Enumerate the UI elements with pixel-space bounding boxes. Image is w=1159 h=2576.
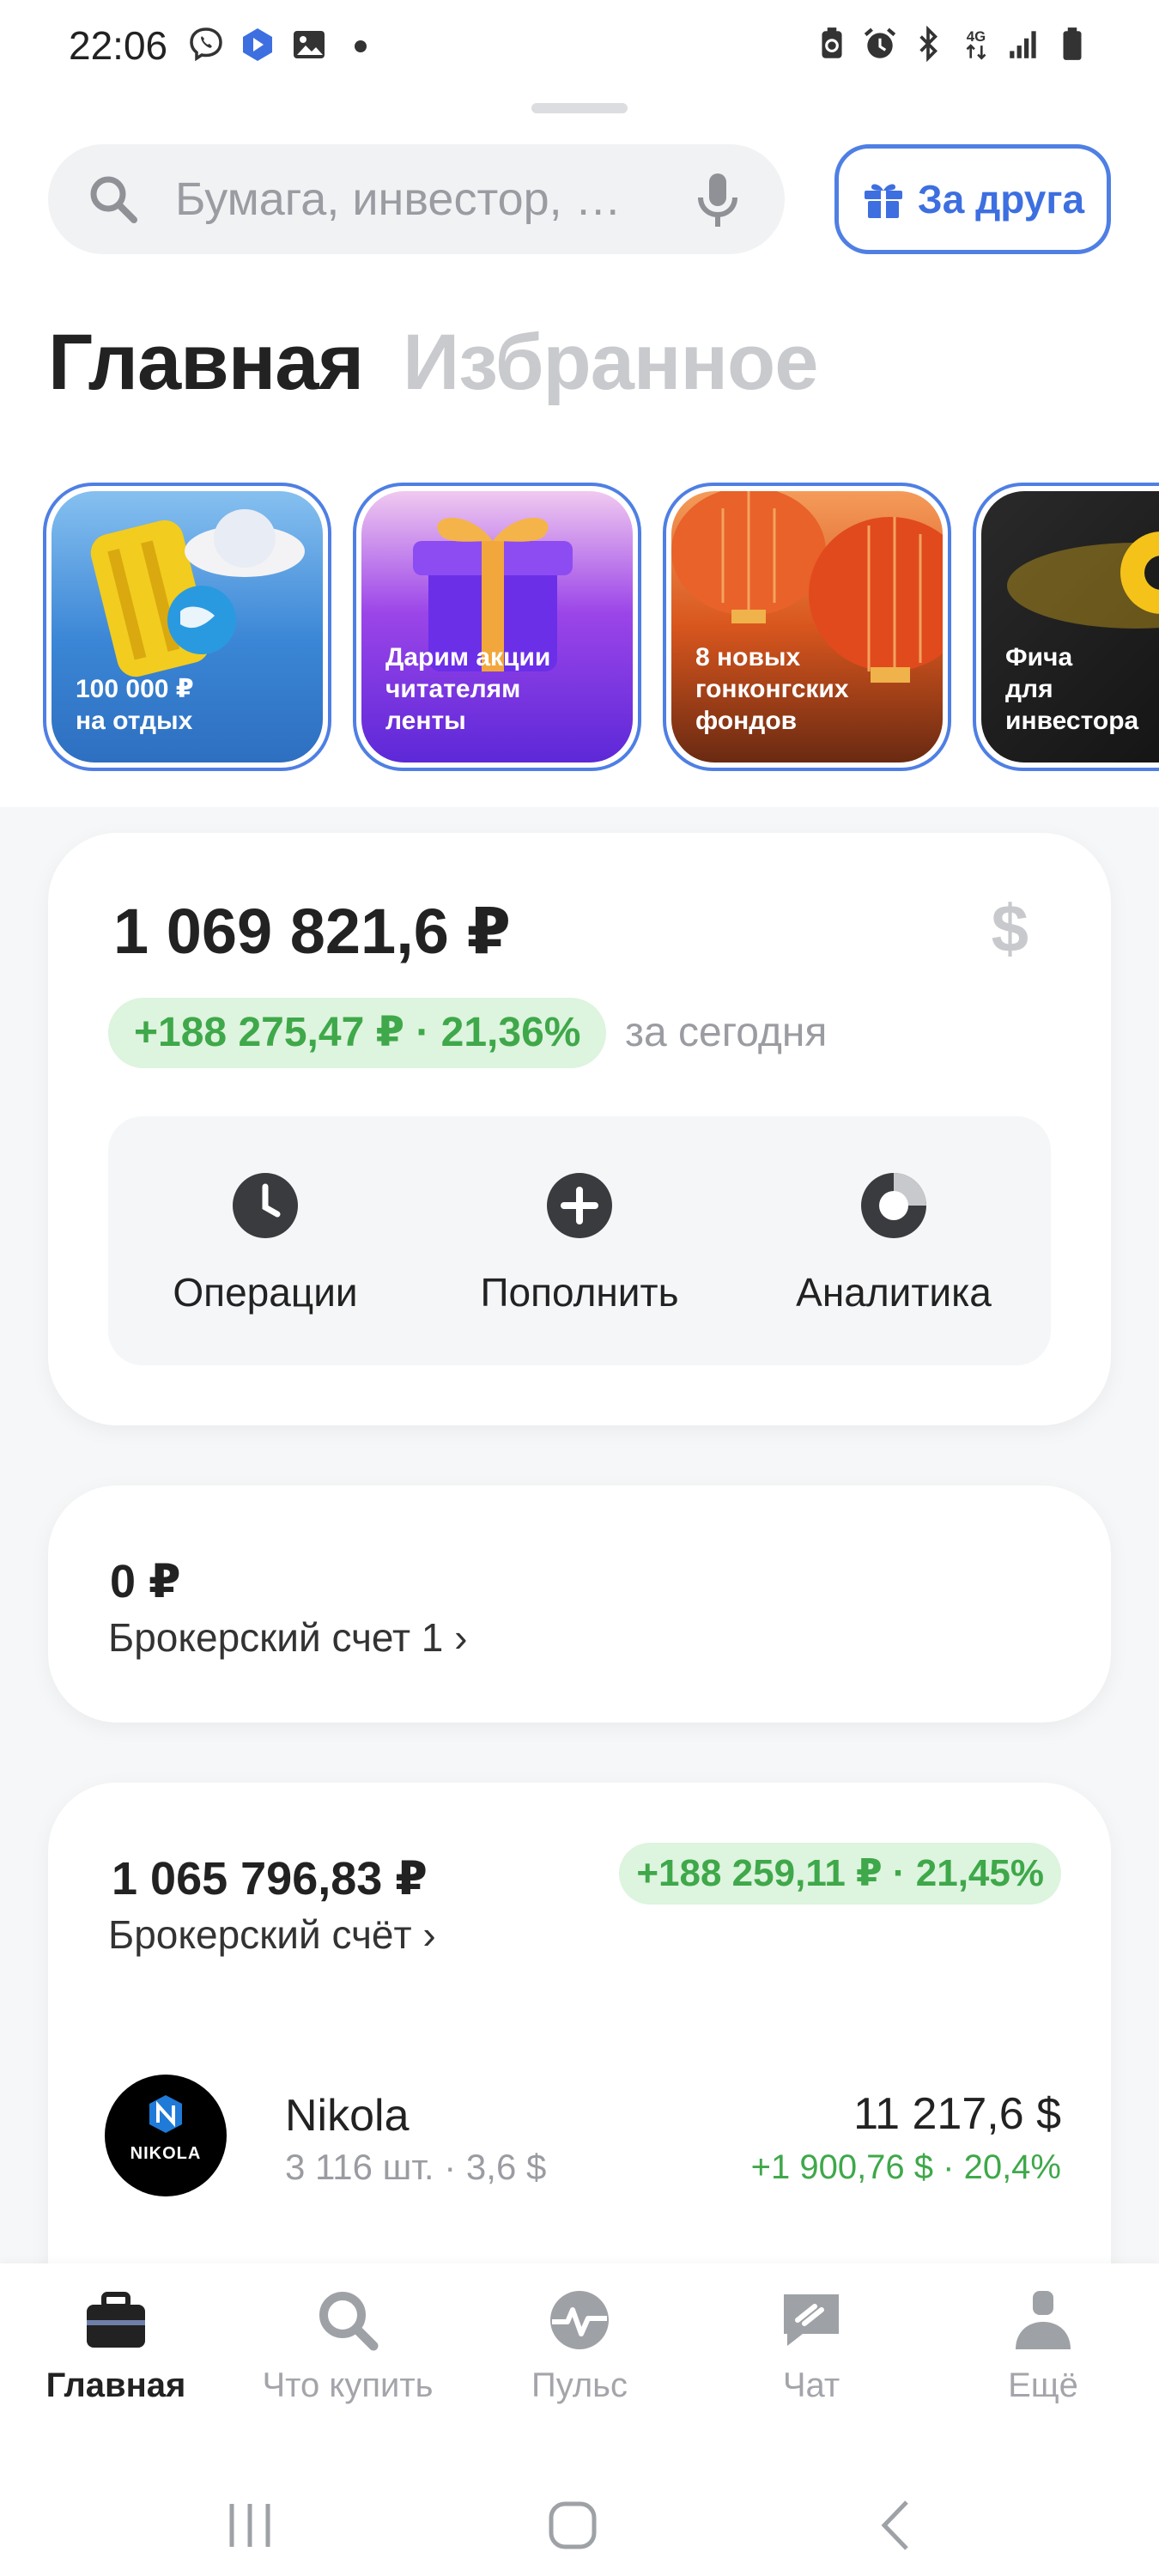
account-name-link[interactable]: Брокерский счет 1 › [108, 1614, 468, 1661]
top-up-button[interactable]: Пополнить [422, 1116, 737, 1365]
story-text: 100 000 ₽ на отдых [76, 675, 194, 735]
story-text: Фича для инвестора [1005, 643, 1139, 735]
story-text: Дарим акции читателям ленты [385, 643, 551, 735]
tab-favorites[interactable]: Избранное [403, 318, 818, 408]
nav-home[interactable]: Главная [0, 2286, 232, 2405]
nav-label: Главная [46, 2366, 186, 2404]
tab-home[interactable]: Главная [48, 318, 364, 408]
plus-icon [547, 1173, 612, 1238]
story-text: 8 новых гонконгских фондов [695, 643, 849, 735]
alarm-icon [864, 27, 896, 58]
viber-icon [190, 27, 222, 62]
chat-icon [784, 2294, 839, 2346]
story-hk-funds[interactable]: 8 новых гонконгских фондов [663, 483, 951, 771]
status-time: 22:06 [69, 23, 168, 68]
bottom-navigation: Главная Что купить Пульс Чат Ещё [0, 2263, 1159, 2576]
status-icons-right: 4G [814, 26, 1090, 62]
story-gift-shares[interactable]: Дарим акции читателям ленты [353, 483, 641, 771]
back-icon[interactable] [869, 2495, 929, 2555]
briefcase-icon [87, 2292, 145, 2348]
battery-icon [1063, 27, 1082, 60]
asset-value: 11 217,6 $ [853, 2089, 1061, 2139]
svg-text:NIKOLA: NIKOLA [130, 2144, 202, 2163]
invite-friend-button[interactable]: За друга [834, 144, 1111, 254]
asset-change: +1 900,76 $ · 20,4% [750, 2148, 1061, 2186]
search-icon [90, 176, 137, 223]
account-value: 1 065 796,83 ₽ [112, 1853, 428, 1905]
profile-icon [1016, 2291, 1071, 2349]
asset-quantity-price: 3 116 шт. · 3,6 $ [285, 2147, 547, 2187]
asset-row[interactable]: NIKOLA Nikola 3 116 шт. · 3,6 $ 11 217,6… [48, 2075, 1111, 2212]
gallery-icon [294, 31, 325, 58]
microphone-icon[interactable] [692, 170, 743, 230]
main-tabs: Главная Избранное [48, 318, 818, 408]
nav-label: Пульс [531, 2366, 628, 2404]
nav-label: Что купить [262, 2366, 434, 2404]
system-navigation-bar [0, 2470, 1159, 2564]
operations-button[interactable]: Операции [108, 1116, 422, 1365]
account-gain-badge: +188 259,11 ₽ · 21,45% [619, 1843, 1061, 1905]
gain-period-label[interactable]: за сегодня [625, 1009, 827, 1056]
nav-label: Ещё [1008, 2366, 1078, 2404]
broker-account-card-1[interactable]: 0 ₽ Брокерский счет 1 › [48, 1485, 1111, 1722]
notification-dot-icon [355, 40, 367, 52]
nav-more[interactable]: Ещё [927, 2286, 1159, 2405]
invite-friend-label: За друга [917, 177, 1085, 222]
account-value: 0 ₽ [110, 1556, 181, 1607]
network-4g-icon: 4G [966, 28, 986, 60]
pulse-icon [550, 2291, 609, 2349]
bluetooth-icon [919, 26, 938, 62]
story-vacation[interactable]: 100 000 ₽ на отдых [43, 483, 331, 771]
sheet-handle[interactable] [531, 103, 628, 113]
nav-what-to-buy[interactable]: Что купить [232, 2286, 464, 2405]
app-icon [243, 28, 272, 61]
signal-icon [1010, 31, 1036, 58]
portfolio-total-value: 1 069 821,6 ₽ [113, 896, 511, 967]
analytics-label: Аналитика [796, 1270, 992, 1315]
operations-label: Операции [173, 1270, 358, 1315]
search-input[interactable] [175, 170, 682, 228]
nav-label: Чат [782, 2366, 840, 2404]
home-icon[interactable] [543, 2495, 603, 2555]
recycle-icon [822, 27, 842, 58]
asset-name: Nikola [285, 2091, 410, 2141]
stories-carousel[interactable]: 100 000 ₽ на отдых Дарим акции читателям… [43, 483, 1159, 775]
story-investor-feature[interactable]: Фича для инвестора [973, 483, 1159, 771]
pie-icon [861, 1173, 926, 1238]
svg-text:4G: 4G [967, 28, 986, 45]
portfolio-gain-badge: +188 275,47 ₽ · 21,36% [108, 998, 607, 1068]
nav-pulse[interactable]: Пульс [464, 2286, 695, 2405]
search-bar[interactable] [48, 144, 785, 254]
account-name-link[interactable]: Брокерский счёт › [108, 1911, 436, 1958]
nav-chat[interactable]: Чат [695, 2286, 927, 2405]
analytics-button[interactable]: Аналитика [737, 1116, 1051, 1365]
gift-icon [864, 184, 902, 218]
currency-switch-icon[interactable]: $ [992, 890, 1029, 968]
status-bar: 22:06 4G [0, 0, 1159, 94]
portfolio-summary-card: 1 069 821,6 ₽ $ +188 275,47 ₽ · 21,36% з… [48, 833, 1111, 1425]
recent-apps-icon[interactable] [220, 2495, 280, 2555]
portfolio-actions: Операции Пополнить Аналитика [108, 1116, 1051, 1365]
search-icon [319, 2292, 379, 2351]
top-up-label: Пополнить [480, 1270, 679, 1315]
clock-icon [233, 1173, 298, 1238]
nikola-logo: NIKOLA [105, 2075, 227, 2196]
